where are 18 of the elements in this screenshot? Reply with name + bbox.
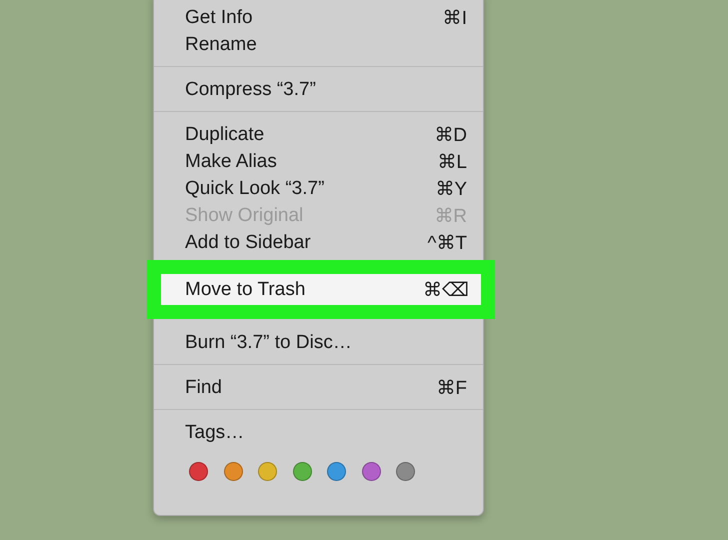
menu-item[interactable]: Compress “3.7” [154,76,483,103]
menu-item[interactable]: Make Alias ⌘L [154,148,483,175]
menu-item[interactable]: Find ⌘F [154,374,483,401]
menu-item[interactable]: Tags… [154,419,483,446]
menu-item[interactable]: Add to Sidebar ^⌘T [154,229,483,256]
tag-color-dot[interactable] [327,462,346,481]
tag-color-dot[interactable] [189,462,208,481]
tag-color-dot[interactable] [292,462,312,481]
menu-item[interactable]: Move to Trash ⌘⌫ [161,274,481,305]
tag-color-dot[interactable] [396,462,415,481]
menu-item[interactable]: Duplicate ⌘D [154,121,483,148]
menu-item[interactable]: Rename [154,31,483,58]
tag-color-dot[interactable] [224,462,242,481]
menu-item[interactable]: Quick Look “3.7” ⌘Y [154,175,483,202]
tag-color-dot[interactable] [362,462,380,481]
menu-item[interactable]: Burn “3.7” to Disc… [154,329,483,356]
menu-item[interactable]: Get Info ⌘I [154,4,483,31]
tag-color-dot[interactable] [258,462,277,481]
